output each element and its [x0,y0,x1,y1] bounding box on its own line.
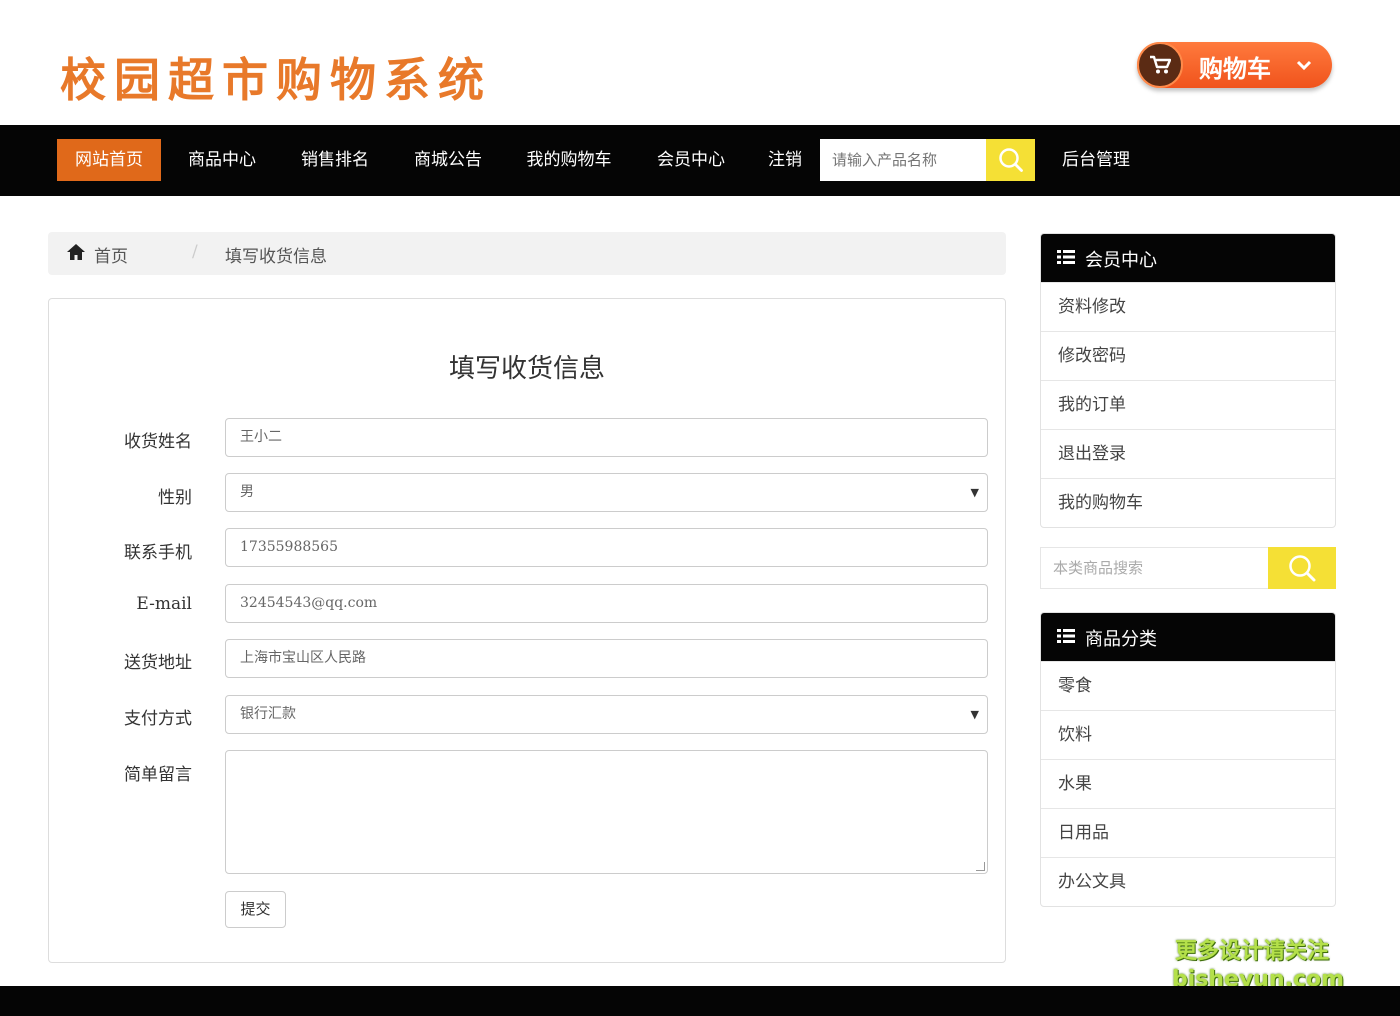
breadcrumb-home-link[interactable]: 首页 [94,242,128,267]
main-nav: 网站首页 商品中心 销售排名 商城公告 我的购物车 会员中心 注销 后台管理 [0,125,1400,196]
site-title: 校园超市购物系统 [60,53,492,107]
category-box: 商品分类 零食 饮料 水果 日用品 办公文具 [1040,612,1336,907]
category-item-daily-goods[interactable]: 日用品 [1041,808,1335,857]
form-title: 填写收货信息 [448,354,605,384]
label-message: 简单留言 [124,765,192,785]
gender-select-value: 男 [240,484,254,500]
label-phone: 联系手机 [124,543,192,563]
label-recipient-name: 收货姓名 [124,432,192,452]
product-search-input[interactable] [820,139,986,181]
nav-item-products[interactable]: 商品中心 [176,139,268,181]
submit-button[interactable]: 提交 [225,891,286,928]
label-email: E-mail [136,594,192,614]
list-icon [1057,628,1075,649]
address-input[interactable]: 上海市宝山区人民路 [225,639,988,678]
cart-label: 购物车 [1199,55,1271,83]
phone-input[interactable]: 17355988565 [225,528,988,567]
payment-method-select[interactable]: 银行汇款 ▼ [225,695,988,734]
breadcrumb-separator: / [192,242,198,262]
caret-down-icon: ▼ [970,708,979,721]
cart-button[interactable]: 购物车 [1137,42,1332,88]
sidebar-item-my-cart[interactable]: 我的购物车 [1041,478,1335,527]
nav-item-admin[interactable]: 后台管理 [1050,139,1142,181]
member-center-header: 会员中心 [1041,234,1335,282]
nav-item-my-cart[interactable]: 我的购物车 [514,139,624,181]
home-icon [66,243,86,266]
cart-icon [1137,42,1183,88]
nav-item-notices[interactable]: 商城公告 [402,139,494,181]
sidebar-item-change-password[interactable]: 修改密码 [1041,331,1335,380]
category-title: 商品分类 [1085,629,1157,650]
category-header: 商品分类 [1041,613,1335,661]
category-item-fruit[interactable]: 水果 [1041,759,1335,808]
category-search-input[interactable]: 本类商品搜索 [1040,547,1268,589]
chevron-down-icon [1296,52,1312,76]
breadcrumb: 首页 / 填写收货信息 [48,232,1006,275]
category-item-drinks[interactable]: 饮料 [1041,710,1335,759]
nav-item-home[interactable]: 网站首页 [57,139,161,181]
member-center-title: 会员中心 [1085,250,1157,271]
sidebar-item-my-orders[interactable]: 我的订单 [1041,380,1335,429]
caret-down-icon: ▼ [970,486,979,499]
member-center-box: 会员中心 资料修改 修改密码 我的订单 退出登录 我的购物车 [1040,233,1336,528]
gender-select[interactable]: 男 ▼ [225,473,988,512]
resize-handle-icon[interactable] [976,862,985,871]
label-payment-method: 支付方式 [124,709,192,729]
product-search-button[interactable] [986,139,1035,181]
recipient-name-input[interactable]: 王小二 [225,418,988,457]
nav-item-sales-rank[interactable]: 销售排名 [289,139,381,181]
search-icon [998,148,1023,172]
label-gender: 性别 [158,488,192,508]
sidebar-item-edit-profile[interactable]: 资料修改 [1041,282,1335,331]
category-search-button[interactable] [1268,547,1336,589]
payment-method-value: 银行汇款 [240,706,296,722]
label-address: 送货地址 [124,653,192,673]
nav-item-logout[interactable]: 注销 [758,139,812,181]
email-input[interactable]: 32454543@qq.com [225,584,988,623]
sidebar-item-logout[interactable]: 退出登录 [1041,429,1335,478]
breadcrumb-current: 填写收货信息 [225,247,327,267]
nav-item-member-center[interactable]: 会员中心 [645,139,737,181]
search-icon [1289,555,1316,582]
list-icon [1057,249,1075,270]
category-item-snacks[interactable]: 零食 [1041,661,1335,710]
message-textarea[interactable] [225,750,988,874]
watermark-line1: 更多设计请关注 [1174,939,1329,964]
category-item-stationery[interactable]: 办公文具 [1041,857,1335,906]
footer-bar [0,986,1400,1016]
